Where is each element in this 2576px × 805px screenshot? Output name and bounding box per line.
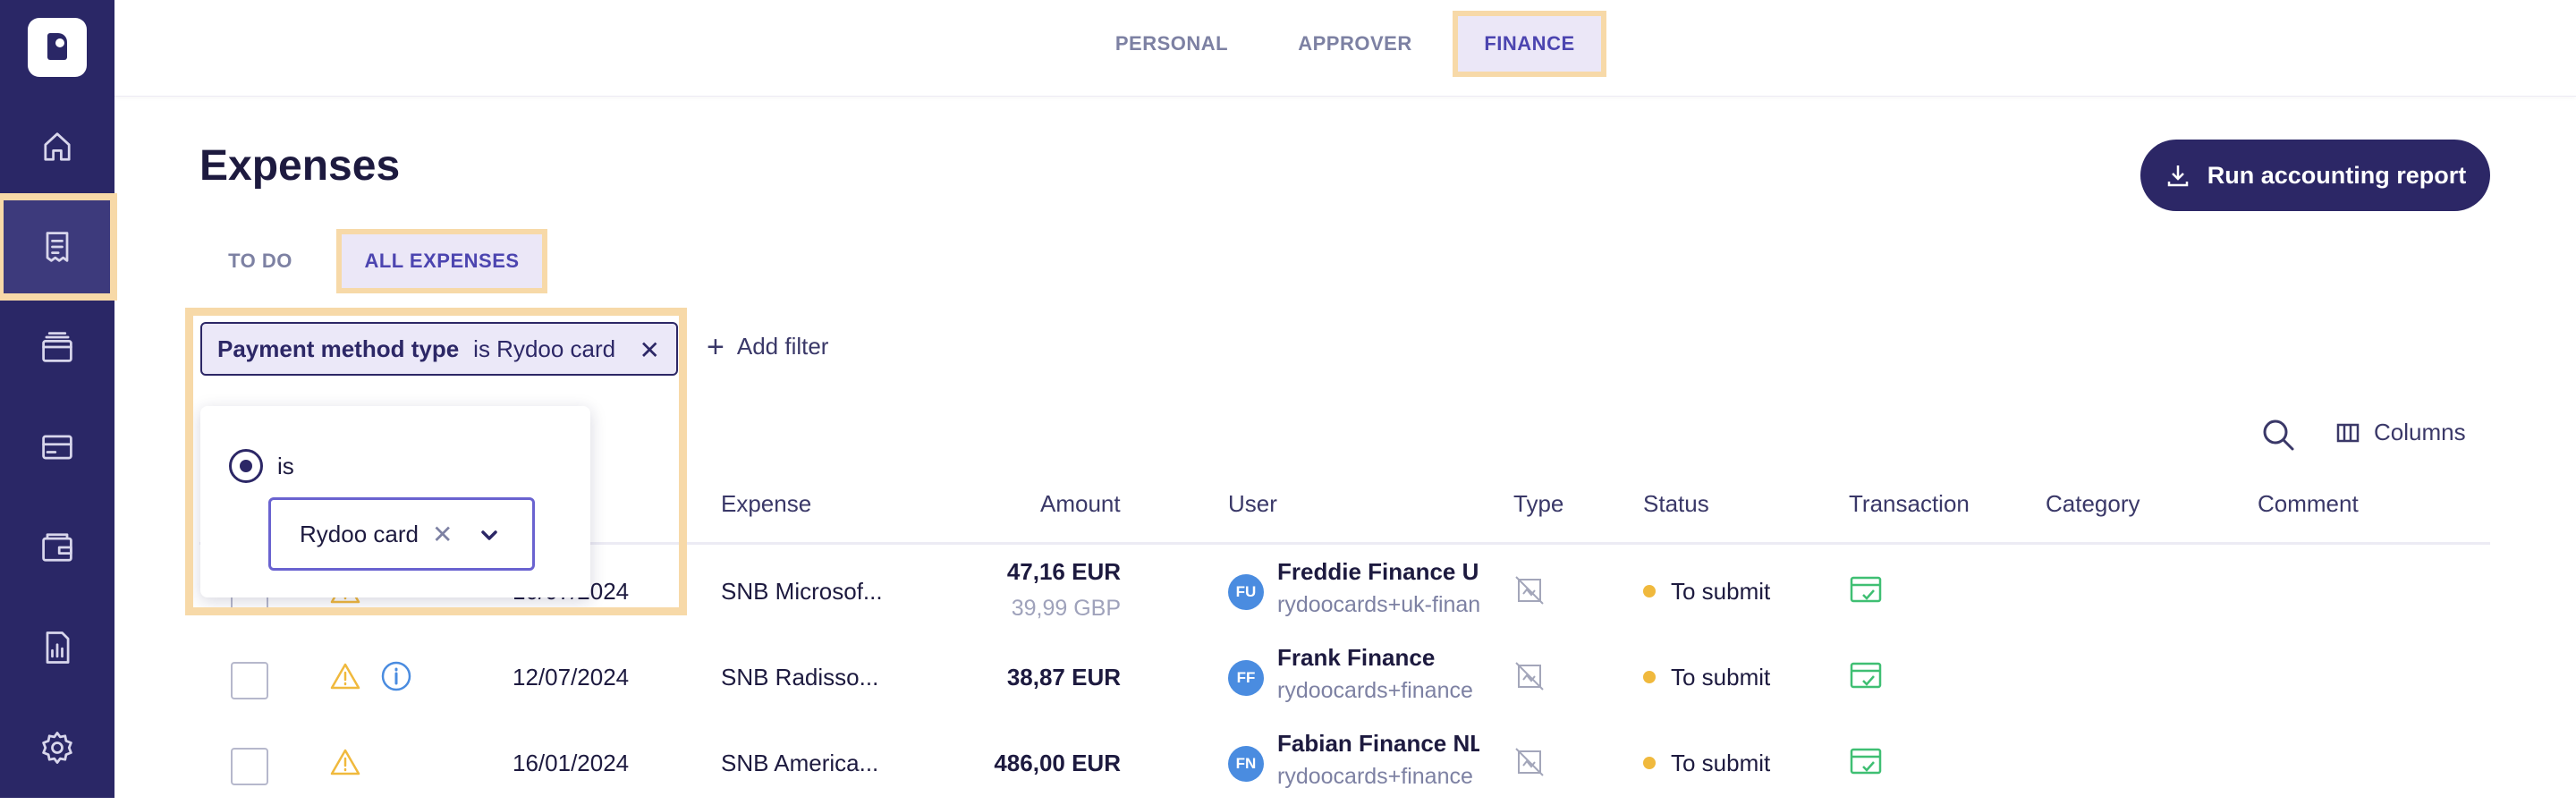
warning-icon <box>330 663 360 690</box>
filter-field: Payment method type <box>217 335 460 362</box>
rydoo-logo[interactable] <box>28 18 87 77</box>
card-nav-item[interactable] <box>0 397 114 497</box>
columns-button[interactable]: Columns <box>2334 419 2466 446</box>
avatar: FF <box>1228 660 1264 696</box>
row-status: To submit <box>1671 750 1771 776</box>
row-checkbox[interactable] <box>231 662 268 699</box>
gear-icon <box>42 732 72 764</box>
row-status: To submit <box>1671 664 1771 691</box>
no-receipt-icon <box>1515 576 1544 605</box>
wallet-nav-item[interactable] <box>0 497 114 597</box>
columns-icon <box>2336 423 2360 442</box>
row-date: 16/01/2024 <box>513 750 630 776</box>
tab-approver[interactable]: APPROVER <box>1279 16 1431 72</box>
header-status[interactable]: Status <box>1643 490 1709 518</box>
tab-all-expenses[interactable]: ALL EXPENSES <box>336 229 547 293</box>
filter-value: is Rydoo card <box>473 335 616 362</box>
header-comment[interactable]: Comment <box>2258 490 2359 518</box>
transaction-matched-icon[interactable] <box>1849 574 1883 606</box>
header-expense[interactable]: Expense <box>721 490 811 518</box>
radio-is[interactable] <box>229 449 263 483</box>
search-icon[interactable] <box>2260 417 2296 453</box>
status-dot <box>1643 671 1656 683</box>
add-filter-button[interactable]: + Add filter <box>707 329 829 364</box>
row-expense: SNB Microsof... <box>721 578 883 605</box>
payment-method-select[interactable]: Rydoo card ✕ <box>268 497 535 571</box>
cards-nav-item[interactable] <box>0 297 114 397</box>
status-dot <box>1643 757 1656 769</box>
expenses-nav-item[interactable] <box>0 193 117 301</box>
row-expense: SNB Radisso... <box>721 664 879 691</box>
header-user[interactable]: User <box>1228 490 1277 518</box>
close-icon[interactable]: ✕ <box>640 335 660 365</box>
radio-is-label: is <box>277 453 294 479</box>
cards-stack-icon <box>42 332 72 362</box>
transaction-matched-icon[interactable] <box>1849 660 1883 692</box>
avatar: FN <box>1228 746 1264 782</box>
row-user-name: Freddie Finance UK <box>1277 558 1479 585</box>
page-title: Expenses <box>199 142 401 190</box>
no-receipt-icon <box>1515 662 1544 691</box>
row-amount: 486,00 EUR <box>994 750 1121 776</box>
report-chart-icon <box>46 631 70 664</box>
transaction-matched-icon[interactable] <box>1849 746 1883 778</box>
run-accounting-report-label: Run accounting report <box>2207 161 2467 189</box>
row-user-name: Frank Finance <box>1277 644 1436 671</box>
clear-icon[interactable]: ✕ <box>432 520 453 549</box>
row-user-email: rydoocards+finance <box>1277 764 1473 789</box>
home-icon <box>44 132 71 161</box>
reports-nav-item[interactable] <box>0 597 114 698</box>
credit-card-icon <box>42 435 72 460</box>
row-user-email: rydoocards+finance <box>1277 678 1473 703</box>
avatar: FU <box>1228 574 1264 610</box>
header-category[interactable]: Category <box>2046 490 2140 518</box>
tab-finance[interactable]: FINANCE <box>1453 11 1606 77</box>
settings-nav-item[interactable] <box>0 698 114 798</box>
row-checkbox[interactable] <box>231 748 268 785</box>
select-value: Rydoo card <box>300 520 419 547</box>
row-date: 12/07/2024 <box>513 664 630 691</box>
row-amount: 47,16 EUR <box>1006 558 1121 585</box>
columns-label: Columns <box>2374 419 2466 445</box>
header-transaction[interactable]: Transaction <box>1849 490 1970 518</box>
add-filter-label: Add filter <box>736 333 829 360</box>
home-nav-item[interactable] <box>0 97 114 197</box>
tab-to-do[interactable]: TO DO <box>211 234 309 288</box>
logo-mark <box>47 33 67 60</box>
table-row[interactable]: 12/07/2024 SNB Radisso... 38,87 EUR FF F… <box>199 633 2490 719</box>
row-user-name: Fabian Finance NL <box>1277 730 1479 757</box>
row-amount: 38,87 EUR <box>1006 664 1121 691</box>
wallet-icon <box>42 533 72 562</box>
no-receipt-icon <box>1515 748 1544 776</box>
header-type[interactable]: Type <box>1513 490 1563 518</box>
filter-popover: is Rydoo card ✕ <box>200 406 590 597</box>
filter-chip[interactable]: Payment method type is Rydoo card ✕ <box>200 322 678 376</box>
row-expense: SNB America... <box>721 750 879 776</box>
row-user-email: rydoocards+uk-finance <box>1277 592 1479 617</box>
download-icon <box>2167 165 2188 187</box>
info-icon[interactable] <box>380 660 412 692</box>
plus-icon: + <box>707 329 724 364</box>
row-amount-original: 39,99 GBP <box>1011 596 1121 621</box>
table-row[interactable]: 16/01/2024 SNB America... 486,00 EUR FN … <box>199 719 2490 805</box>
header-amount[interactable]: Amount <box>1040 490 1121 518</box>
sidebar <box>0 0 117 798</box>
warning-icon <box>330 749 360 775</box>
run-accounting-report-button[interactable]: Run accounting report <box>2140 140 2490 211</box>
receipt-icon <box>46 232 68 262</box>
status-dot <box>1643 585 1656 597</box>
chevron-down-icon[interactable] <box>479 526 499 546</box>
tab-personal[interactable]: PERSONAL <box>1100 16 1243 72</box>
row-status: To submit <box>1671 578 1771 605</box>
